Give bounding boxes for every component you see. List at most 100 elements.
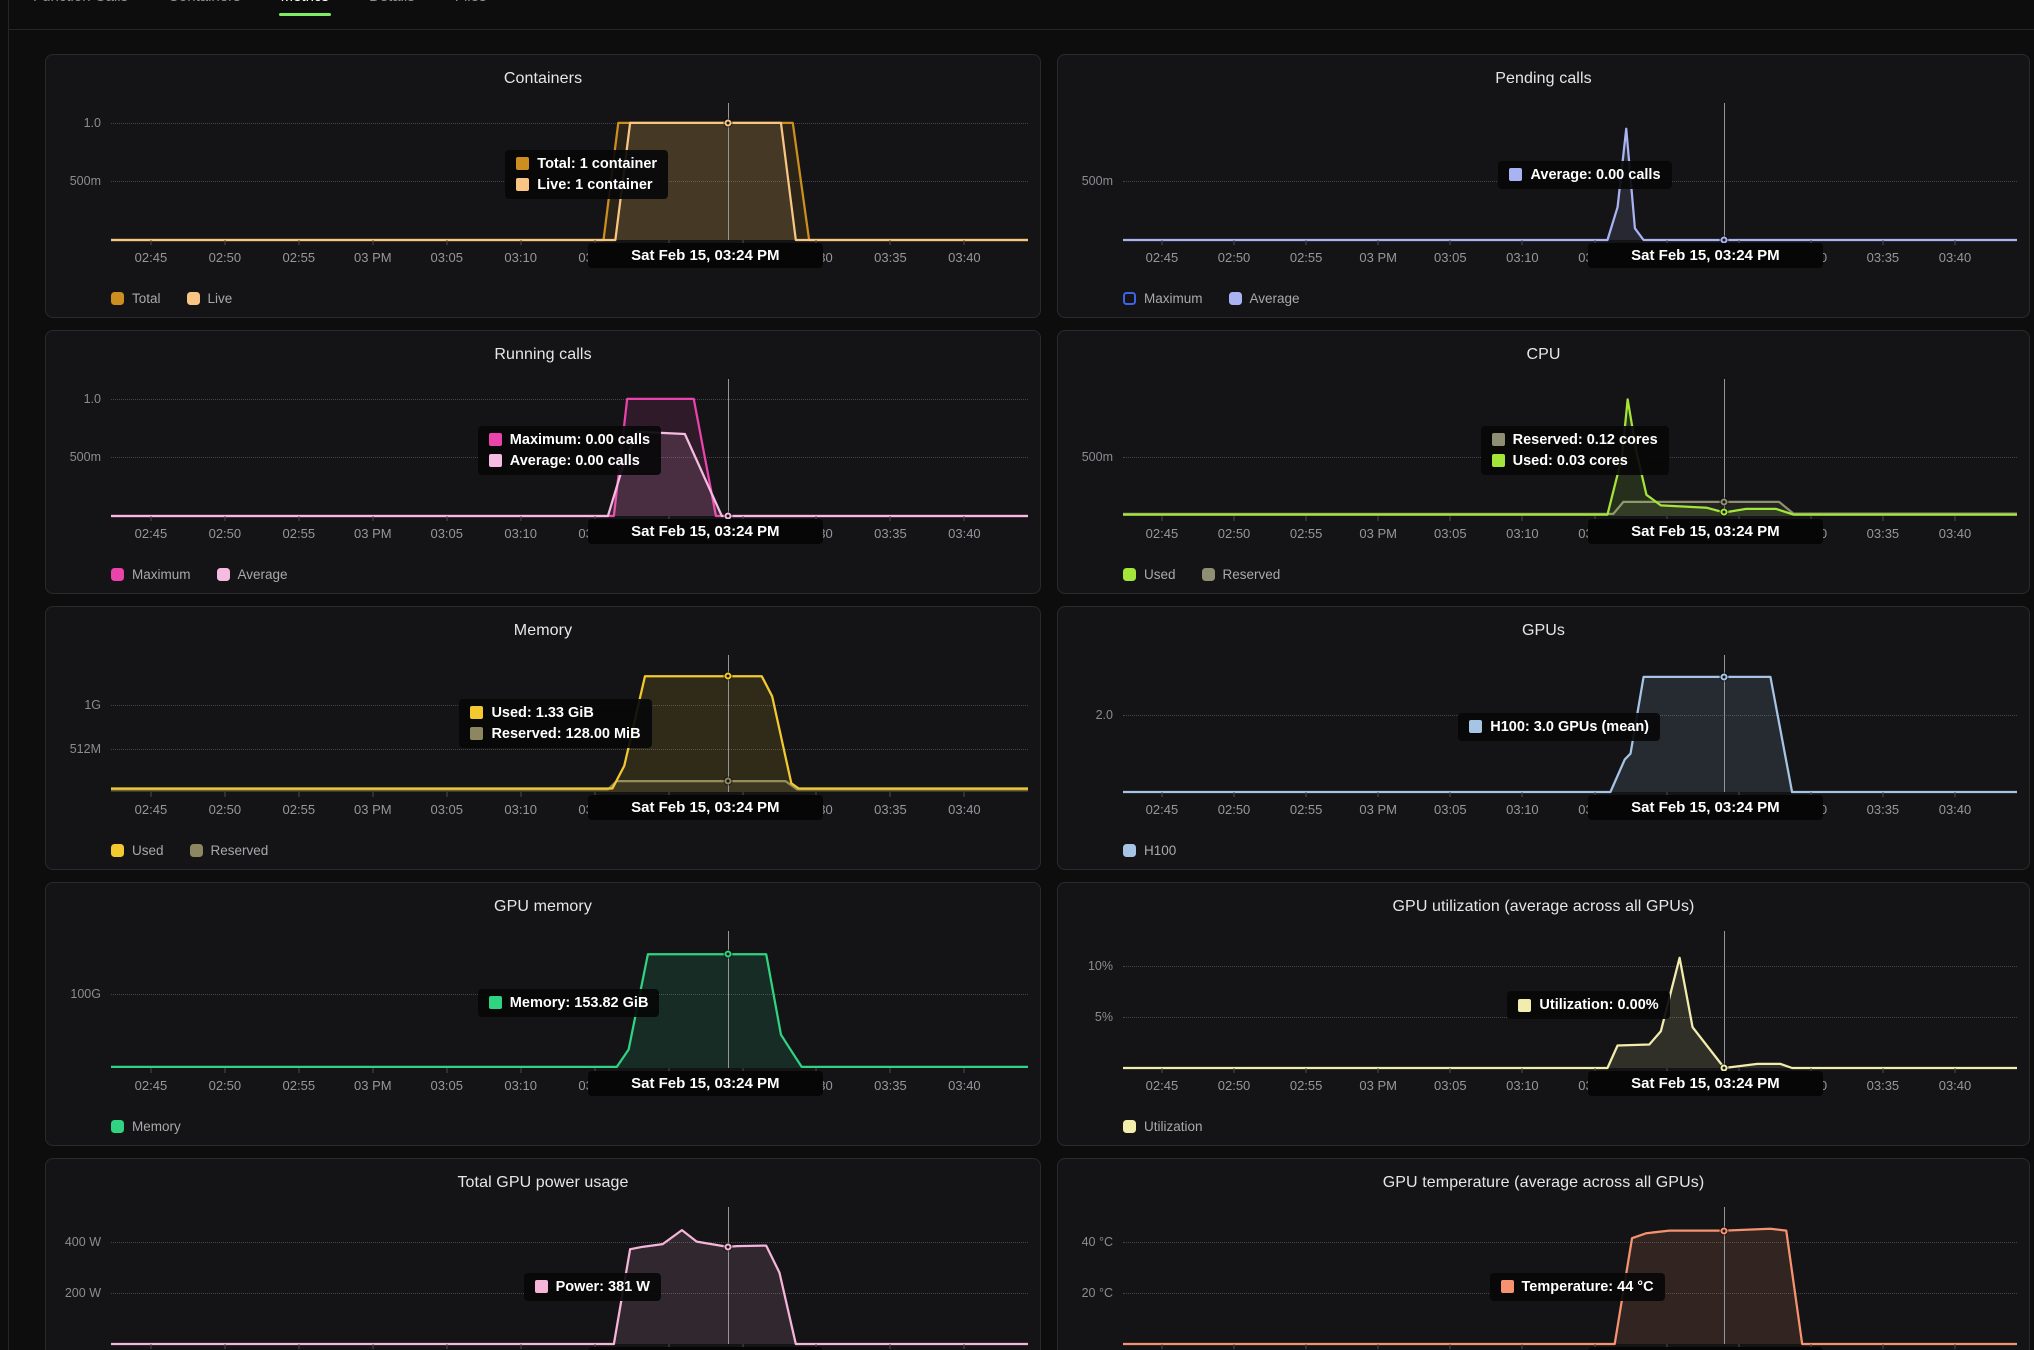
y-axis-label: 1G — [84, 698, 101, 712]
x-tick-label: 03:10 — [504, 526, 537, 541]
x-tick-label: 03:40 — [1939, 1078, 1972, 1093]
chart-title: Containers — [46, 55, 1040, 103]
legend-item-average[interactable]: Average — [1229, 291, 1300, 306]
x-tick-label: 03:05 — [1434, 250, 1467, 265]
x-tick-mark — [890, 240, 891, 245]
x-tick-mark — [446, 792, 447, 797]
x-tick-label: 03:05 — [1434, 1078, 1467, 1093]
x-tick-label: 02:45 — [1146, 802, 1179, 817]
tab-metrics[interactable]: Metrics — [281, 0, 329, 16]
y-axis: 2.0 — [1058, 655, 1123, 792]
legend-item-used[interactable]: Used — [1123, 567, 1176, 582]
x-tick-label: 03:35 — [874, 802, 907, 817]
x-axis: 02:4502:5002:5503 PM03:0503:1003:1503:20… — [1123, 516, 2017, 556]
x-tick-mark — [150, 792, 151, 797]
chart-area: 100GMemory: 153.82 GiB — [46, 931, 1040, 1068]
series-tooltip: Average: 0.00 calls — [1498, 161, 1671, 189]
tab-containers[interactable]: Containers — [168, 0, 241, 16]
plot-area[interactable]: Power: 381 W — [111, 1207, 1028, 1344]
tooltip-swatch — [470, 727, 483, 740]
chart-legend: Used Reserved — [1123, 556, 2029, 593]
tooltip-swatch — [516, 157, 529, 170]
legend-swatch — [1123, 292, 1136, 305]
x-tick-mark — [964, 240, 965, 245]
x-tick-mark — [1450, 792, 1451, 797]
x-tick-mark — [1306, 240, 1307, 245]
legend-item-maximum[interactable]: Maximum — [111, 567, 191, 582]
plot-area[interactable]: H100: 3.0 GPUs (mean) — [1123, 655, 2017, 792]
x-tick-label: 03:10 — [1506, 802, 1539, 817]
x-tick-label: 03:35 — [874, 250, 907, 265]
x-tick-mark — [890, 1068, 891, 1073]
x-tick-mark — [1882, 516, 1883, 521]
legend-item-utilization[interactable]: Utilization — [1123, 1119, 1203, 1134]
x-tick-mark — [224, 1068, 225, 1073]
legend-item-used[interactable]: Used — [111, 843, 164, 858]
tooltip-swatch — [1518, 999, 1531, 1012]
legend-item-reserved[interactable]: Reserved — [190, 843, 269, 858]
chart-area: 1G512MUsed: 1.33 GiBReserved: 128.00 MiB — [46, 655, 1040, 792]
plot-area[interactable]: Reserved: 0.12 cores Used: 0.03 cores — [1123, 379, 2017, 516]
x-tick-label: 03:10 — [504, 802, 537, 817]
tooltip-swatch — [1469, 720, 1482, 733]
x-tick-label: 03:05 — [1434, 802, 1467, 817]
plot-area[interactable]: Memory: 153.82 GiB — [111, 931, 1028, 1068]
legend-item-memory[interactable]: Memory — [111, 1119, 181, 1134]
x-tick-mark — [1954, 1344, 1955, 1349]
chart-area: 40 °C20 °CTemperature: 44 °C — [1058, 1207, 2029, 1344]
x-tick-label: 02:50 — [209, 250, 242, 265]
marker-dot — [724, 119, 731, 126]
x-tick-label: 02:55 — [1290, 526, 1323, 541]
legend-item-average[interactable]: Average — [217, 567, 288, 582]
chart-card-cpu: CPU500mReserved: 0.12 coresUsed: 0.03 co… — [1057, 330, 2030, 594]
x-tick-label: 02:55 — [1290, 250, 1323, 265]
x-tick-label: 02:55 — [283, 1078, 316, 1093]
tooltip-swatch — [489, 454, 502, 467]
x-tick-mark — [520, 792, 521, 797]
y-axis: 500m — [1058, 379, 1123, 516]
chart-area: 1.0500mTotal: 1 containerLive: 1 contain… — [46, 103, 1040, 240]
legend-item-h100[interactable]: H100 — [1123, 843, 1176, 858]
plot-area[interactable]: Maximum: 0.00 callsAverage: 0.00 calls — [111, 379, 1028, 516]
chart-legend: H100 — [1123, 832, 2029, 869]
x-tick-label: 03:40 — [948, 1078, 981, 1093]
legend-item-maximum[interactable]: Maximum — [1123, 291, 1203, 306]
tooltip-swatch — [1501, 1280, 1514, 1293]
tab-details[interactable]: Details — [369, 0, 415, 16]
plot-area[interactable]: Total: 1 containerLive: 1 container — [111, 103, 1028, 240]
legend-item-total[interactable]: Total — [111, 291, 161, 306]
chart-card-gpu-utilization: GPU utilization (average across all GPUs… — [1057, 882, 2030, 1146]
tooltip-row: Used: 0.03 cores — [1492, 453, 1658, 469]
y-axis-label: 500m — [70, 174, 101, 188]
date-tooltip: Sat Feb 15, 03:24 PM — [1588, 519, 1823, 544]
date-tooltip: Sat Feb 15, 03:24 PM — [588, 1071, 823, 1096]
x-tick-mark — [520, 240, 521, 245]
x-tick-mark — [298, 516, 299, 521]
tab-files[interactable]: Files — [455, 0, 487, 16]
x-tick-mark — [964, 516, 965, 521]
plot-area[interactable]: Average: 0.00 calls — [1123, 103, 2017, 240]
x-tick-label: 03:35 — [1867, 526, 1900, 541]
tooltip-row: Memory: 153.82 GiB — [489, 995, 649, 1011]
tab-function-calls[interactable]: Function Calls — [33, 0, 128, 16]
plot-area[interactable]: Utilization: 0.00% — [1123, 931, 2017, 1068]
marker-dot — [1721, 509, 1728, 516]
tooltip-text: Average: 0.00 calls — [510, 453, 640, 469]
tab-label: Function Calls — [33, 0, 128, 5]
series-line-reserved — [1123, 502, 2017, 514]
y-axis-label: 400 W — [65, 1235, 101, 1249]
x-tick-label: 02:45 — [1146, 526, 1179, 541]
x-tick-label: 02:45 — [1146, 1078, 1179, 1093]
x-tick-mark — [298, 1344, 299, 1349]
tooltip-text: Average: 0.00 calls — [1530, 167, 1660, 183]
legend-item-live[interactable]: Live — [187, 291, 233, 306]
chart-legend: Used Reserved — [111, 832, 1040, 869]
crosshair-line — [1724, 931, 1725, 1068]
plot-area[interactable]: Temperature: 44 °C — [1123, 1207, 2017, 1344]
legend-swatch — [111, 292, 124, 305]
legend-label: Maximum — [1144, 291, 1203, 306]
crosshair-line — [1724, 379, 1725, 516]
plot-area[interactable]: Used: 1.33 GiBReserved: 128.00 MiB — [111, 655, 1028, 792]
legend-item-reserved[interactable]: Reserved — [1202, 567, 1281, 582]
tooltip-row: Reserved: 0.12 cores — [1492, 432, 1658, 448]
